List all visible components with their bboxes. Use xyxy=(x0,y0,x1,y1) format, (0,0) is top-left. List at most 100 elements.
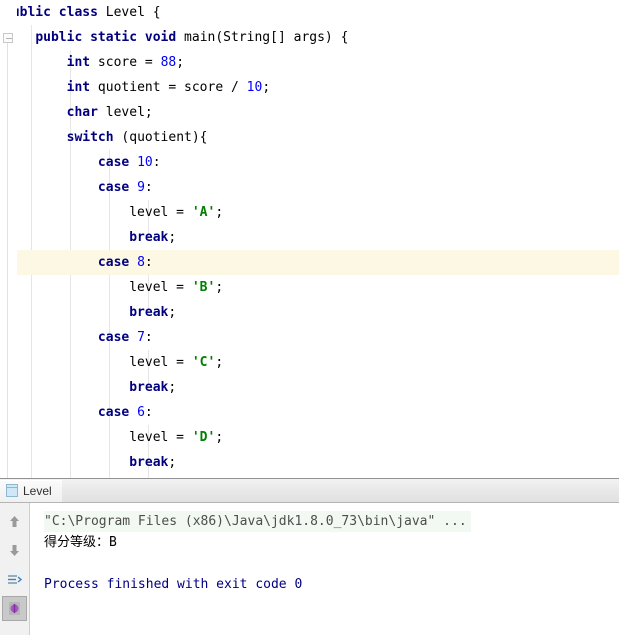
code-line[interactable]: break; xyxy=(0,300,619,325)
code-token: int xyxy=(66,55,91,70)
code-token: char xyxy=(66,105,98,120)
code-token: 10 xyxy=(246,80,263,95)
code-line[interactable]: level = 'C'; xyxy=(0,350,619,375)
code-token: 7 xyxy=(137,330,145,345)
code-token: ; xyxy=(168,380,177,395)
code-token: main(String[] args) { xyxy=(176,30,349,45)
console-output[interactable]: "C:\Program Files (x86)\Java\jdk1.8.0_73… xyxy=(30,503,619,635)
code-token: ; xyxy=(176,55,185,70)
code-line[interactable]: break; xyxy=(0,375,619,400)
scroll-up-button[interactable] xyxy=(2,509,27,534)
run-tab-label: Level xyxy=(23,483,52,498)
code-token: level; xyxy=(97,105,153,120)
code-token: break xyxy=(129,305,169,320)
soft-wrap-button[interactable] xyxy=(2,567,27,592)
console-line: "C:\Program Files (x86)\Java\jdk1.8.0_73… xyxy=(44,511,471,532)
code-editor[interactable]: public class Level { public static void … xyxy=(0,0,619,478)
code-line[interactable]: level = 'A'; xyxy=(0,200,619,225)
run-console: "C:\Program Files (x86)\Java\jdk1.8.0_73… xyxy=(0,503,619,635)
code-fold-collapse-icon[interactable] xyxy=(3,33,13,43)
code-token: ; xyxy=(168,455,177,470)
code-line[interactable]: switch (quotient){ xyxy=(0,125,619,150)
code-lines: public class Level { public static void … xyxy=(0,0,619,478)
soft-wrap-icon xyxy=(7,573,23,586)
code-token: score = xyxy=(90,55,161,70)
code-token: Level { xyxy=(97,5,161,20)
code-token: level = xyxy=(4,355,192,370)
code-token: level = xyxy=(4,280,192,295)
code-token: break xyxy=(129,455,169,470)
code-token: class xyxy=(58,5,98,20)
arrow-up-icon xyxy=(10,516,19,527)
code-line[interactable]: public static void main(String[] args) { xyxy=(0,25,619,50)
code-line[interactable]: case 6: xyxy=(0,400,619,425)
code-line[interactable]: char level; xyxy=(0,100,619,125)
arrow-down-icon xyxy=(10,545,19,556)
run-toolwindow-tabbar: Level xyxy=(0,478,619,503)
code-line[interactable]: int quotient = score / 10; xyxy=(0,75,619,100)
code-token: 8 xyxy=(137,255,145,270)
code-token: 'D' xyxy=(191,430,216,445)
code-token: case xyxy=(97,155,130,170)
print-button[interactable] xyxy=(2,596,27,621)
code-token: 6 xyxy=(137,405,145,420)
code-token: public xyxy=(35,30,83,45)
code-token: 'B' xyxy=(191,280,216,295)
console-line: Process finished with exit code 0 xyxy=(44,577,303,592)
code-token: case xyxy=(97,180,130,195)
code-line[interactable]: int score = 88; xyxy=(0,50,619,75)
code-line[interactable]: level = 'D'; xyxy=(0,425,619,450)
code-fold-line xyxy=(7,43,8,478)
scroll-down-button[interactable] xyxy=(2,538,27,563)
code-line[interactable]: case 9: xyxy=(0,175,619,200)
code-line[interactable]: level = 'B'; xyxy=(0,275,619,300)
run-tab-level[interactable]: Level xyxy=(0,479,62,502)
code-token: (quotient){ xyxy=(113,130,208,145)
code-line[interactable]: case 7: xyxy=(0,325,619,350)
code-token: int xyxy=(66,80,91,95)
code-token: ; xyxy=(215,430,224,445)
code-token: : xyxy=(144,255,153,270)
code-token: 'C' xyxy=(191,355,216,370)
code-line[interactable]: case 8: xyxy=(0,250,619,275)
code-token: void xyxy=(144,30,177,45)
code-token: case xyxy=(97,255,130,270)
code-line[interactable]: break; xyxy=(0,450,619,475)
console-toolbar xyxy=(0,503,30,635)
code-token: case xyxy=(97,330,130,345)
code-line[interactable]: case 10: xyxy=(0,150,619,175)
code-token: ; xyxy=(215,355,224,370)
code-token: 9 xyxy=(137,180,145,195)
code-token: 'A' xyxy=(191,205,216,220)
code-line[interactable]: public class Level { xyxy=(0,0,619,25)
code-token: static xyxy=(90,30,138,45)
console-line: 得分等级：B xyxy=(44,535,117,550)
code-token: case xyxy=(97,405,130,420)
code-token: ; xyxy=(168,305,177,320)
code-token: ; xyxy=(215,205,224,220)
code-token: : xyxy=(144,180,153,195)
code-token: : xyxy=(144,330,153,345)
code-token: quotient = score / xyxy=(90,80,247,95)
code-token: ; xyxy=(168,230,177,245)
java-class-icon xyxy=(6,484,18,497)
code-token: level = xyxy=(4,205,192,220)
code-line[interactable]: break; xyxy=(0,225,619,250)
editor-gutter[interactable] xyxy=(0,0,17,478)
code-token: 88 xyxy=(160,55,177,70)
